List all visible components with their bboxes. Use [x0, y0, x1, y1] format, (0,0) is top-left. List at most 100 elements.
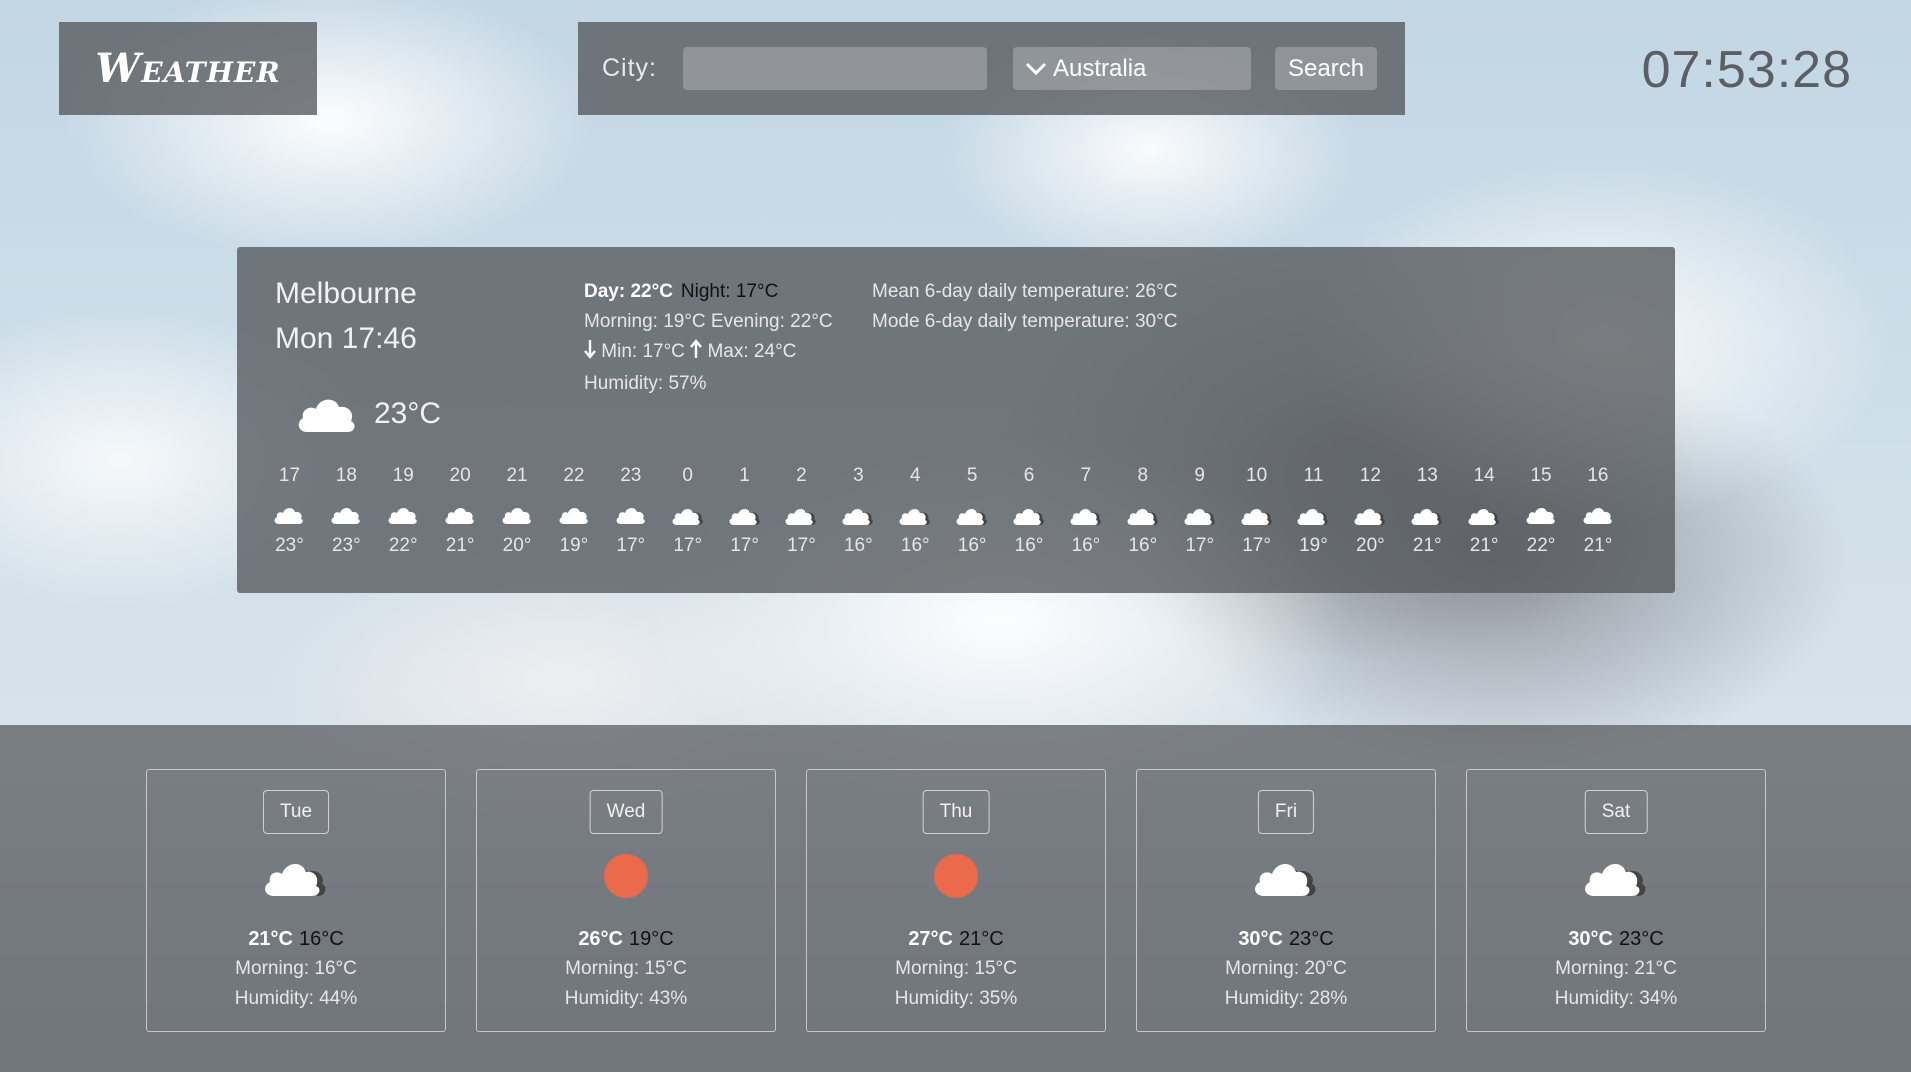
hour-label: 23 — [620, 465, 642, 486]
city-label: City: — [602, 54, 657, 82]
day-icon-wrap — [477, 854, 775, 898]
broken-clouds-icon — [887, 495, 944, 535]
hour-label: 14 — [1473, 465, 1495, 486]
hour-temperature: 21° — [1469, 535, 1499, 556]
city-name: Melbourne — [275, 277, 417, 310]
hour-temperature: 17° — [616, 535, 646, 556]
hour-label: 2 — [796, 465, 807, 486]
hourly-item: 5 16° — [944, 465, 1001, 565]
hourly-item: 15 22° — [1513, 465, 1570, 565]
broken-clouds-icon — [1114, 495, 1171, 535]
forecast-day-card: Tue 21°C 16°C Morning: 16°C Humidity: 44% — [146, 769, 446, 1032]
hourly-item: 23 17° — [602, 465, 659, 565]
hourly-item: 10 17° — [1228, 465, 1285, 565]
hourly-item: 3 16° — [830, 465, 887, 565]
hourly-item: 8 16° — [1114, 465, 1171, 565]
forecast-day-card: Wed 26°C 19°C Morning: 15°C Humidity: 43% — [476, 769, 776, 1032]
city-time: Mon 17:46 — [275, 322, 417, 355]
day-temperatures: 27°C 21°C — [807, 928, 1105, 951]
day-morning: Morning: 15°C — [565, 958, 687, 979]
hour-temperature: 21° — [1583, 535, 1613, 556]
day-high: 30°C — [1568, 928, 1613, 950]
hourly-item: 12 20° — [1342, 465, 1399, 565]
night-temp: Night: 17°C — [680, 281, 779, 302]
broken-clouds-icon — [1342, 495, 1399, 535]
day-temperatures: 30°C 23°C — [1137, 928, 1435, 951]
broken-clouds-icon — [659, 495, 716, 535]
hour-label: 0 — [682, 465, 693, 486]
mean-temperature: Mean 6-day daily temperature: 26°C — [872, 281, 1178, 302]
broken-clouds-icon — [1456, 495, 1513, 535]
hourly-item: 0 17° — [659, 465, 716, 565]
day-humidity: Humidity: 44% — [234, 988, 358, 1009]
hour-temperature: 16° — [1071, 535, 1101, 556]
broken-clouds-icon — [1585, 863, 1646, 896]
app-logo: Weather — [59, 22, 317, 115]
search-bar: City: Australia Search — [578, 22, 1405, 115]
hourly-item: 1 17° — [716, 465, 773, 565]
cloud-icon — [432, 495, 489, 535]
day-morning: Morning: 16°C — [235, 958, 357, 979]
country-select[interactable]: Australia — [1013, 47, 1251, 90]
hour-temperature: 21° — [1412, 535, 1442, 556]
hourly-item: 2 17° — [773, 465, 830, 565]
hour-temperature: 22° — [388, 535, 418, 556]
max-temp: Max: 24°C — [707, 341, 797, 362]
hour-label: 19 — [392, 465, 414, 486]
min-temp: Min: 17°C — [601, 341, 685, 362]
hourly-item: 21 20° — [489, 465, 546, 565]
hourly-item: 14 21° — [1456, 465, 1513, 565]
sun-icon — [604, 854, 648, 898]
hour-label: 12 — [1359, 465, 1381, 486]
arrow-up-icon — [690, 339, 703, 369]
hour-temperature: 17° — [730, 535, 759, 556]
day-low: 19°C — [629, 928, 674, 950]
day-icon-wrap — [147, 854, 445, 898]
day-icon-wrap — [1467, 854, 1765, 898]
cloud-icon — [489, 495, 546, 535]
day-name-badge: Fri — [1257, 790, 1315, 834]
cloud-icon — [261, 495, 318, 535]
hourly-item: 6 16° — [1001, 465, 1058, 565]
hour-label: 4 — [909, 465, 921, 486]
cloud-icon — [318, 495, 375, 535]
hour-temperature: 17° — [673, 535, 703, 556]
broken-clouds-icon — [716, 495, 773, 535]
day-low: 23°C — [1619, 928, 1664, 950]
broken-clouds-icon — [1228, 495, 1285, 535]
hour-label: 21 — [506, 465, 528, 486]
broken-clouds-icon — [1001, 495, 1058, 535]
day-night-line: Day: 22°C Night: 17°C — [584, 277, 833, 307]
current-temperature: 23°C — [374, 397, 442, 430]
day-low: 23°C — [1289, 928, 1334, 950]
hour-label: 16 — [1587, 465, 1609, 486]
hour-temperature: 23° — [331, 535, 361, 556]
day-humidity: Humidity: 43% — [564, 988, 688, 1009]
hour-label: 6 — [1023, 465, 1035, 486]
forecast-day-card: Fri 30°C 23°C Morning: 20°C Humidity: 28% — [1136, 769, 1436, 1032]
day-morning: Morning: 20°C — [1225, 958, 1347, 979]
sun-icon — [934, 854, 978, 898]
country-select-value: Australia — [1053, 54, 1147, 82]
hourly-item: 11 19° — [1285, 465, 1342, 565]
day-name-badge: Tue — [262, 790, 330, 834]
hour-label: 3 — [853, 465, 864, 486]
cloud-icon — [1569, 495, 1626, 535]
hourly-item: 4 16° — [887, 465, 944, 565]
hour-label: 10 — [1246, 465, 1268, 486]
hour-label: 7 — [1080, 465, 1092, 486]
hour-label: 9 — [1194, 465, 1205, 486]
cloud-icon — [602, 495, 659, 535]
morning-evening: Morning: 19°C Evening: 22°C — [584, 311, 833, 332]
hour-label: 17 — [278, 465, 301, 486]
hourly-item: 9 17° — [1171, 465, 1228, 565]
search-button[interactable]: Search — [1275, 47, 1378, 90]
day-name-badge: Sat — [1584, 790, 1648, 834]
hour-temperature: 16° — [1014, 535, 1044, 556]
broken-clouds-icon — [1057, 495, 1114, 535]
hour-temperature: 19° — [1299, 535, 1328, 556]
hour-label: 13 — [1416, 465, 1438, 486]
hour-label: 15 — [1530, 465, 1552, 486]
day-humidity: Humidity: 35% — [894, 988, 1018, 1009]
city-input[interactable] — [683, 47, 987, 90]
